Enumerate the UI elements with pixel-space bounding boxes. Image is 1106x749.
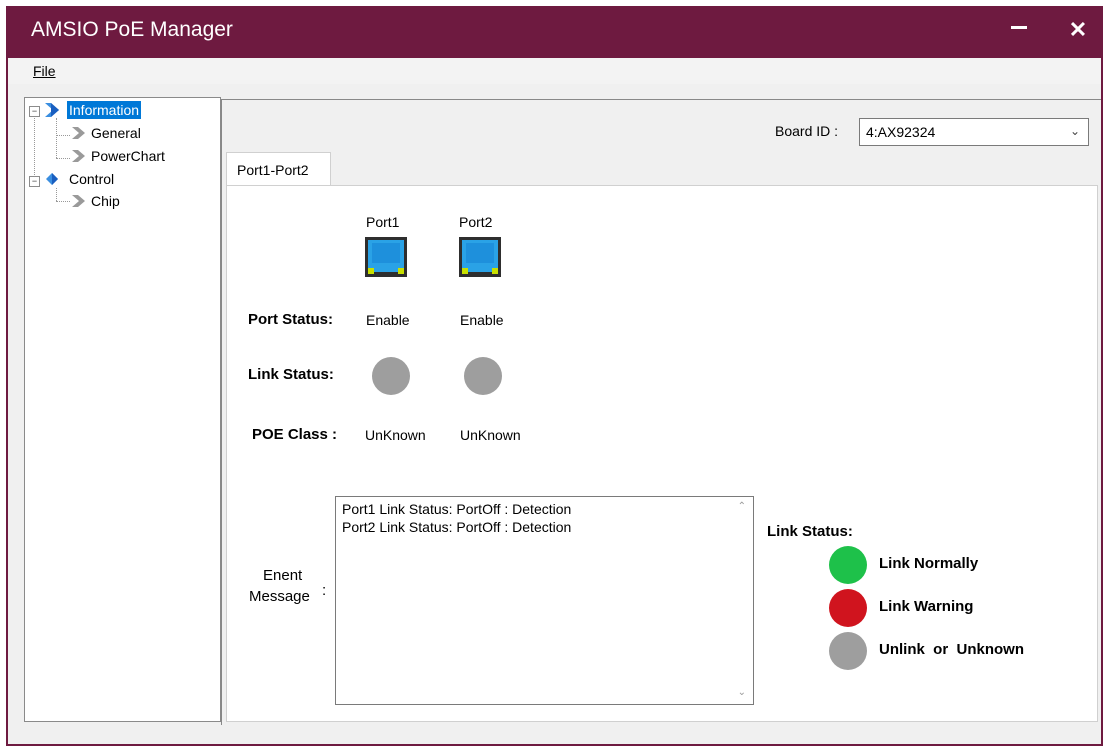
window-title: AMSIO PoE Manager — [31, 18, 233, 41]
tree-item-label: Chip — [91, 193, 120, 209]
ethernet-port-icon[interactable] — [458, 236, 502, 278]
legend-red-led — [829, 589, 867, 627]
menu-bar: File — [8, 58, 1101, 84]
port2-label: Port2 — [459, 214, 493, 230]
port2-poe-class: UnKnown — [460, 427, 521, 443]
tree-line — [34, 115, 35, 185]
port1-poe-class: UnKnown — [365, 427, 426, 443]
scroll-up-icon[interactable]: ⌃ — [738, 501, 746, 512]
arrow-icon — [72, 127, 85, 139]
collapse-icon[interactable]: − — [29, 176, 40, 187]
port1-label: Port1 — [366, 214, 400, 230]
tree-item-label: Control — [69, 171, 115, 187]
collapse-icon[interactable]: − — [29, 106, 40, 117]
tree-item-label: General — [91, 125, 141, 141]
menu-file[interactable]: File — [33, 63, 56, 79]
tree-line — [56, 158, 70, 159]
tree-line — [56, 135, 70, 136]
diamond-arrow-icon — [46, 173, 58, 185]
legend-label: Unlink or Unknown — [879, 641, 1024, 658]
poe-class-label: POE Class : — [252, 426, 338, 443]
tree-line — [56, 201, 70, 202]
tree-item-label: Information — [67, 101, 142, 119]
port-status-label: Port Status: — [248, 311, 334, 328]
legend-title: Link Status: — [767, 523, 853, 540]
close-button[interactable]: ✕ — [1064, 16, 1092, 44]
event-message-label-line1: Enent — [263, 567, 303, 584]
port1-status: Enable — [366, 312, 410, 328]
link-status-label: Link Status: — [248, 366, 334, 383]
event-line: Port1 Link Status: PortOff : Detection — [342, 501, 572, 517]
arrow-icon — [72, 150, 85, 162]
tree-line — [56, 118, 57, 158]
client-area: File − − Information General PowerChart … — [8, 58, 1101, 744]
scroll-down-icon[interactable]: ⌄ — [738, 687, 746, 698]
content-panel: Board ID : 4:AX92324 ⌄ Port1-Port2 Port1… — [221, 99, 1101, 725]
tab-label: Port1-Port2 — [237, 162, 309, 178]
port1-link-led — [372, 357, 410, 395]
tree-item-label: PowerChart — [91, 148, 165, 164]
arrow-icon — [45, 103, 59, 117]
event-message-colon: : — [322, 582, 327, 599]
minimize-button[interactable] — [1011, 26, 1027, 29]
tab-page: Port1 Port2 Port Status: Enable Enable L… — [226, 185, 1098, 722]
legend-label: Link Warning — [879, 598, 974, 615]
legend-green-led — [829, 546, 867, 584]
ethernet-port-icon[interactable] — [364, 236, 408, 278]
title-bar[interactable]: AMSIO PoE Manager ✕ — [6, 6, 1103, 58]
event-line: Port2 Link Status: PortOff : Detection — [342, 519, 572, 535]
legend-label: Link Normally — [879, 555, 979, 572]
board-id-value: 4:AX92324 — [866, 124, 936, 140]
chevron-down-icon: ⌄ — [1069, 124, 1080, 138]
tree-line — [56, 188, 57, 201]
port2-link-led — [464, 357, 502, 395]
event-message-label-line2: Message — [249, 588, 310, 605]
port2-status: Enable — [460, 312, 504, 328]
arrow-icon — [72, 195, 85, 207]
board-id-select[interactable]: 4:AX92324 ⌄ — [859, 118, 1089, 146]
board-id-label: Board ID : — [775, 123, 839, 139]
navigation-tree[interactable]: − − Information General PowerChart Contr… — [24, 97, 221, 722]
app-window: AMSIO PoE Manager ✕ File − − Information — [6, 6, 1103, 746]
event-message-box[interactable]: Port1 Link Status: PortOff : Detection P… — [335, 496, 754, 705]
legend-gray-led — [829, 632, 867, 670]
tab-port1-port2[interactable]: Port1-Port2 — [226, 152, 331, 187]
